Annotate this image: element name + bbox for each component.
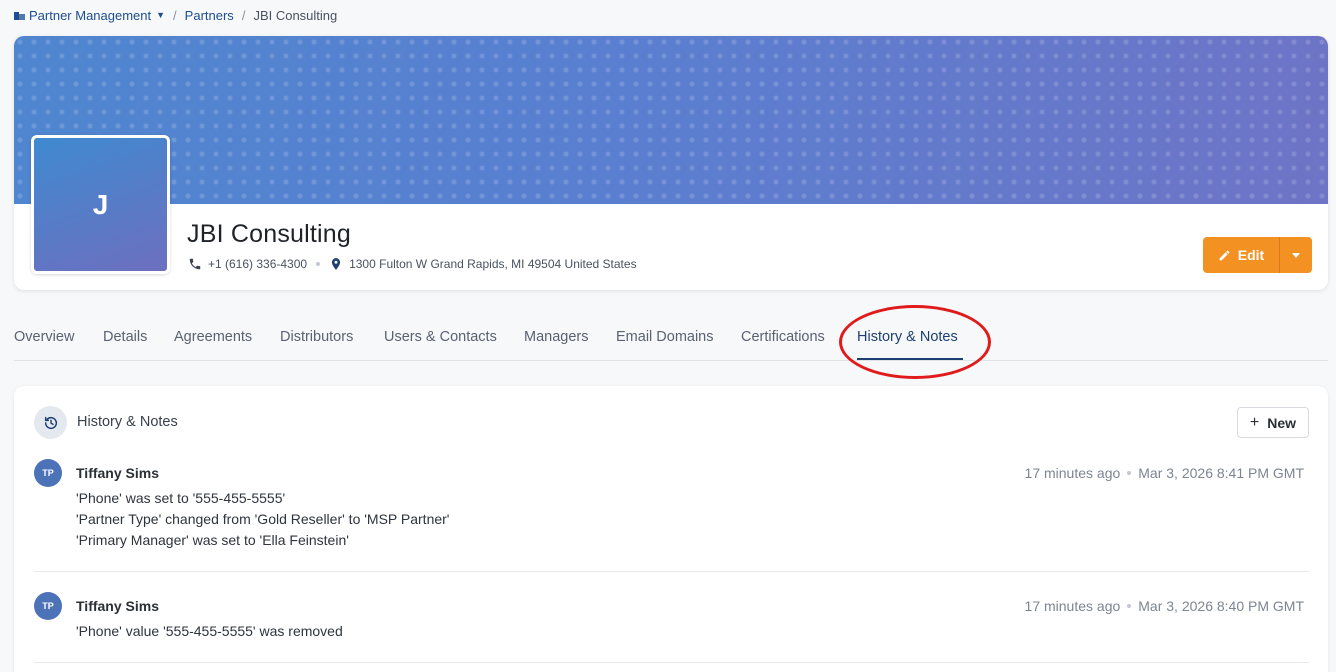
breadcrumb-partner-management[interactable]: Partner Management ▼ <box>14 8 165 23</box>
entry-user[interactable]: Tiffany Sims <box>76 598 159 614</box>
entry-change-line: 'Phone' was set to '555-455-5555' <box>76 490 286 506</box>
chevron-down-icon <box>1292 252 1300 258</box>
edit-dropdown-toggle[interactable] <box>1279 237 1312 273</box>
contact-info: +1 (616) 336-4300 1300 Fulton W Grand Ra… <box>188 257 637 271</box>
history-entry: TP Tiffany Sims 17 minutes ago Mar 3, 20… <box>34 459 1309 559</box>
entry-change-line: 'Partner Type' changed from 'Gold Resell… <box>76 511 450 527</box>
pencil-icon <box>1219 250 1230 260</box>
entry-change-line: 'Phone' value '555-455-5555' was removed <box>76 623 343 639</box>
history-icon <box>34 406 67 439</box>
history-entry: TP Tiffany Sims 17 minutes ago Mar 3, 20… <box>34 592 1309 652</box>
profile-banner <box>14 36 1328 204</box>
separator-dot <box>316 262 321 266</box>
breadcrumb-current: JBI Consulting <box>253 7 338 23</box>
new-note-button[interactable]: + New <box>1237 407 1309 438</box>
company-name: JBI Consulting <box>187 220 351 248</box>
company-phone[interactable]: +1 (616) 336-4300 <box>208 257 307 271</box>
new-label: New <box>1267 414 1297 431</box>
edit-label: Edit <box>1237 247 1265 263</box>
entry-absolute-time: Mar 3, 2026 8:41 PM GMT <box>1138 465 1304 481</box>
tab-overview[interactable]: Overview <box>14 329 74 345</box>
entry-absolute-time: Mar 3, 2026 8:40 PM GMT <box>1138 598 1304 614</box>
entry-relative-time: 17 minutes ago <box>1024 465 1121 481</box>
tab-history-notes[interactable]: History & Notes <box>857 329 958 345</box>
breadcrumb-root-label: Partner Management <box>29 7 152 23</box>
entry-divider <box>34 662 1309 663</box>
entry-timestamp: 17 minutes ago Mar 3, 2026 8:41 PM GMT <box>1025 465 1304 481</box>
breadcrumb-separator: / <box>241 7 246 23</box>
partner-header-card: J JBI Consulting +1 (616) 336-4300 1300 … <box>14 36 1328 290</box>
tab-email-domains[interactable]: Email Domains <box>616 329 714 345</box>
history-title: History & Notes <box>77 414 178 430</box>
plus-icon: + <box>1249 413 1260 431</box>
phone-icon <box>188 257 202 271</box>
avatar: TP <box>34 459 62 487</box>
tab-users-contacts[interactable]: Users & Contacts <box>384 329 497 345</box>
tab-details[interactable]: Details <box>103 329 147 345</box>
tab-distributors[interactable]: Distributors <box>280 329 353 345</box>
edit-button[interactable]: Edit <box>1203 237 1279 273</box>
breadcrumb: Partner Management ▼ / Partners / JBI Co… <box>14 6 337 24</box>
avatar: TP <box>34 592 62 620</box>
chevron-down-icon: ▼ <box>156 10 166 20</box>
tab-managers[interactable]: Managers <box>524 329 588 345</box>
entry-relative-time: 17 minutes ago <box>1024 598 1121 614</box>
entry-user[interactable]: Tiffany Sims <box>76 465 159 481</box>
company-avatar: J <box>31 135 170 274</box>
edit-button-group: Edit <box>1203 237 1312 273</box>
tab-agreements[interactable]: Agreements <box>174 329 252 345</box>
breadcrumb-separator: / <box>173 7 177 23</box>
separator-dot <box>1127 471 1132 475</box>
active-tab-indicator <box>857 358 963 360</box>
separator-dot <box>1127 604 1132 608</box>
map-pin-icon <box>329 257 343 271</box>
building-icon <box>14 11 25 20</box>
company-address[interactable]: 1300 Fulton W Grand Rapids, MI 49504 Uni… <box>349 257 637 271</box>
history-notes-panel: History & Notes + New TP Tiffany Sims 17… <box>14 386 1328 672</box>
entry-divider <box>34 571 1309 572</box>
entry-change-line: 'Primary Manager' was set to 'Ella Feins… <box>76 532 349 548</box>
breadcrumb-partners[interactable]: Partners <box>185 8 234 23</box>
tab-certifications[interactable]: Certifications <box>741 329 825 345</box>
partner-tabs: Overview Details Agreements Distributors… <box>14 323 1328 361</box>
entry-timestamp: 17 minutes ago Mar 3, 2026 8:40 PM GMT <box>1025 598 1304 614</box>
